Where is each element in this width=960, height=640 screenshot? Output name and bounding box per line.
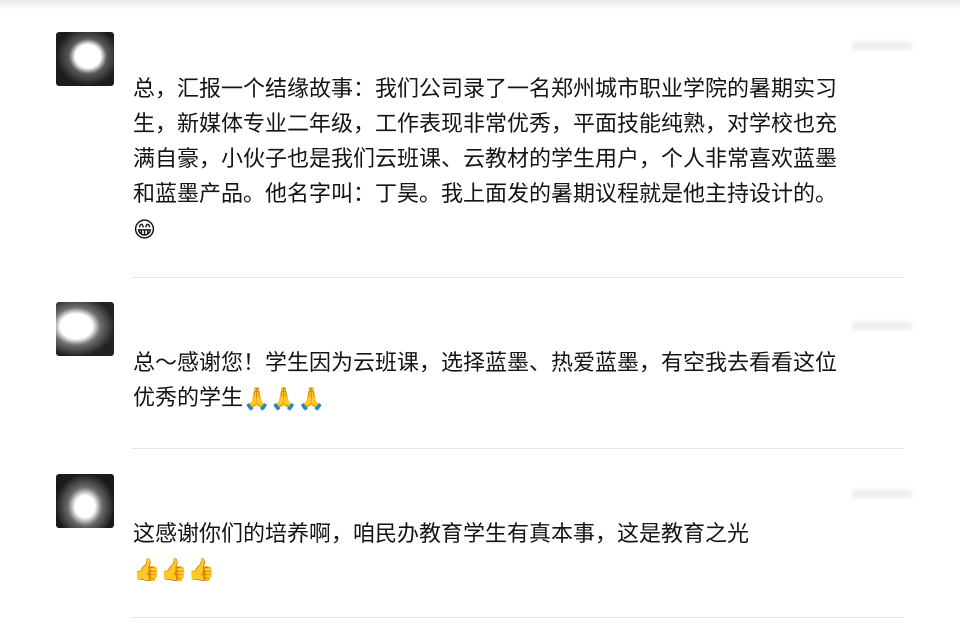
top-shadow xyxy=(0,0,960,10)
avatar[interactable] xyxy=(56,302,114,356)
divider xyxy=(132,277,904,278)
thumbs-up-emoji-icon: 👍👍👍 xyxy=(133,557,216,583)
grin-emoji-icon: 😁 xyxy=(133,217,156,243)
divider xyxy=(132,617,904,618)
divider xyxy=(132,448,904,449)
avatar[interactable] xyxy=(56,474,114,528)
timestamp-blurred xyxy=(852,322,912,330)
comment-body: 这感谢你们的培养啊，咱民办教育学生有真本事，这是教育之光 xyxy=(133,522,750,547)
comment-body: 总，汇报一个结缘故事：我们公司录了一名郑州城市职业学院的暑期实习生，新媒体专业二… xyxy=(133,77,838,207)
comment-text: 总，汇报一个结缘故事：我们公司录了一名郑州城市职业学院的暑期实习生，新媒体专业二… xyxy=(133,72,853,248)
avatar[interactable] xyxy=(56,32,114,86)
comment-text: 总～感谢您！学生因为云班课，选择蓝墨、热爱蓝墨，有空我去看看这位优秀的学生🙏🙏🙏 xyxy=(133,346,853,417)
pray-emoji-icon: 🙏🙏🙏 xyxy=(243,386,326,412)
comment-text: 这感谢你们的培养啊，咱民办教育学生有真本事，这是教育之光 👍👍👍 xyxy=(133,517,853,588)
timestamp-blurred xyxy=(852,490,912,498)
comment-body: 总～感谢您！学生因为云班课，选择蓝墨、热爱蓝墨，有空我去看看这位优秀的学生 xyxy=(133,351,838,411)
timestamp-blurred xyxy=(852,42,912,50)
